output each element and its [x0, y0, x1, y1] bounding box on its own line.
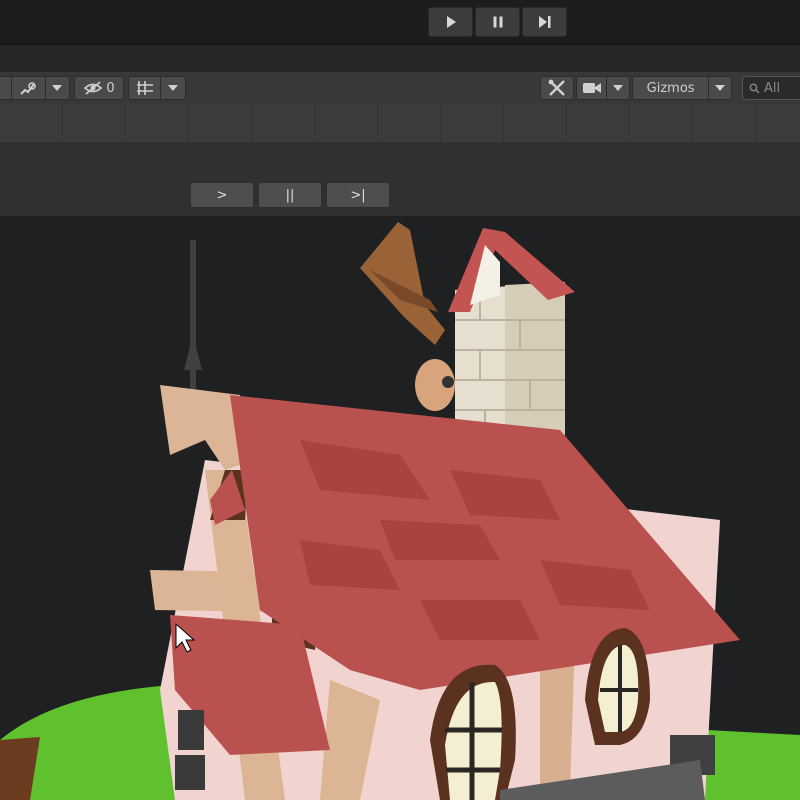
search-icon	[749, 83, 760, 93]
ruler-tick	[440, 104, 441, 142]
audio-effects-icon	[20, 82, 36, 95]
visibility-cell: 0	[75, 77, 123, 99]
play-mode-controls	[428, 7, 567, 37]
pole-arrow	[184, 335, 202, 370]
ruler-tick	[377, 104, 378, 142]
timeline-ruler[interactable]	[0, 104, 800, 143]
hidden-count: 0	[106, 80, 115, 96]
scene-search-input[interactable]: All	[742, 76, 800, 100]
step-button[interactable]	[522, 7, 567, 37]
chevron-down-icon	[52, 85, 63, 91]
scene-visibility-toggle[interactable]: 0	[74, 76, 124, 100]
windmill-blade	[360, 222, 445, 345]
ruler-tick	[188, 104, 189, 142]
tower-wall-shade	[505, 282, 565, 438]
gizmos-dropdown[interactable]	[709, 77, 731, 99]
chevron-down-icon	[715, 85, 726, 91]
foundation-stone	[178, 710, 204, 750]
grid-dropdown[interactable]	[161, 77, 185, 99]
foundation-stone	[175, 755, 205, 790]
grid-snap-group	[128, 76, 186, 100]
camera-dropdown[interactable]	[607, 77, 629, 99]
search-placeholder: All	[764, 80, 781, 96]
timeline-panel	[0, 142, 800, 216]
chevron-down-icon	[168, 85, 179, 91]
ruler-tick	[692, 104, 693, 142]
ruler-tick	[125, 104, 126, 142]
toolbar-cell-edge[interactable]	[0, 77, 12, 99]
timeline-play-button[interactable]: >	[190, 182, 254, 208]
ruler-tick	[566, 104, 567, 142]
pause-button[interactable]	[475, 7, 520, 37]
grid-icon	[136, 81, 153, 95]
camera-group	[576, 76, 630, 100]
scene-viewport[interactable]	[0, 216, 800, 800]
gizmos-button[interactable]: Gizmos	[633, 77, 710, 99]
ruler-tick	[503, 104, 504, 142]
timeline-controls: > || >|	[190, 182, 390, 208]
pause-icon	[493, 16, 502, 28]
camera-icon	[582, 83, 601, 93]
gizmos-group: Gizmos	[632, 76, 732, 100]
ruler-tick	[755, 104, 756, 142]
scene-render	[0, 222, 800, 800]
play-button[interactable]	[428, 7, 473, 37]
grid-button[interactable]	[129, 77, 162, 99]
wrench-cross-icon	[548, 79, 565, 96]
timeline-pause-button[interactable]: ||	[258, 182, 322, 208]
top-bar	[0, 0, 800, 44]
tab-strip	[0, 44, 800, 73]
render-mode-button[interactable]	[12, 77, 46, 99]
draw-mode-group	[0, 76, 70, 100]
windmill-axle	[442, 376, 454, 388]
render-mode-dropdown[interactable]	[46, 77, 69, 99]
tools-button[interactable]	[540, 76, 574, 100]
ruler-tick	[251, 104, 252, 142]
ruler-tick	[314, 104, 315, 142]
ruler-tick	[629, 104, 630, 142]
tools-cell	[541, 77, 573, 99]
chevron-down-icon	[613, 85, 624, 91]
play-icon	[446, 16, 456, 28]
scene-toolbar: 0 Gizmos All	[0, 72, 800, 105]
eye-slash-icon	[84, 81, 103, 95]
timeline-step-button[interactable]: >|	[326, 182, 390, 208]
camera-button[interactable]	[577, 77, 608, 99]
ruler-tick	[62, 104, 63, 142]
step-forward-icon	[538, 16, 550, 28]
